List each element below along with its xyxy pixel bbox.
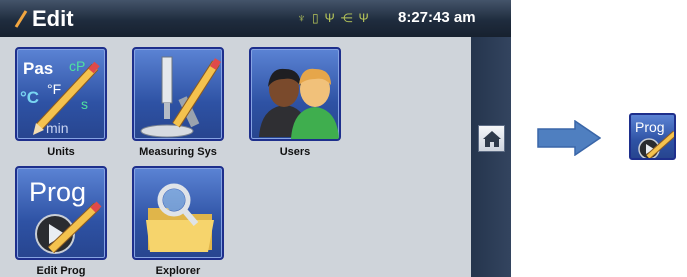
- edit-prog-icon-callout: Prog: [629, 113, 676, 160]
- network-icon: ⋲: [340, 11, 353, 25]
- units-icon-cp: cP: [69, 58, 85, 74]
- usb-icon: Ψ: [324, 11, 335, 25]
- usb-icon: Ψ: [358, 11, 369, 25]
- units-icon-degc: °C: [20, 88, 39, 107]
- units-icon-degf: °F: [47, 81, 61, 97]
- users-icon: [259, 68, 339, 139]
- units-tile[interactable]: Pas cP °C °F s min: [15, 47, 107, 141]
- units-icon-pas: Pas: [23, 59, 53, 78]
- home-button[interactable]: [478, 125, 505, 152]
- measuring-system-icon: [140, 56, 221, 138]
- units-icon: Pas cP °C °F s min: [20, 58, 100, 136]
- edit-prog-icon-text: Prog: [29, 177, 86, 207]
- battery-icon: ▯: [312, 11, 319, 25]
- home-icon: [482, 130, 501, 147]
- probe-icon: ♆: [297, 11, 306, 25]
- callout-icon-text: Prog: [635, 119, 665, 135]
- edit-prog-tile[interactable]: Prog: [15, 166, 107, 260]
- measuring-sys-tile[interactable]: [132, 47, 224, 141]
- right-sidebar: [471, 37, 511, 277]
- users-tile[interactable]: [249, 47, 341, 141]
- explorer-label: Explorer: [155, 265, 201, 277]
- device-screen: Edit ♆ ▯ Ψ ⋲ Ψ 8:27:43 am Pas cP °C °F s…: [0, 0, 511, 277]
- title-area: Edit: [14, 4, 74, 34]
- folder-search-icon: [146, 183, 214, 252]
- title-bar: Edit ♆ ▯ Ψ ⋲ Ψ 8:27:43 am: [0, 0, 511, 37]
- edit-prog-label: Edit Prog: [36, 265, 86, 277]
- right-arrow-icon: [537, 120, 601, 156]
- clock: 8:27:43 am: [398, 9, 476, 26]
- units-icon-s: s: [81, 96, 88, 112]
- edit-prog-small-icon: Prog: [635, 119, 674, 158]
- measuring-sys-label: Measuring Sys: [139, 146, 217, 158]
- status-icons: ♆ ▯ Ψ ⋲ Ψ: [297, 10, 369, 26]
- pencil-icon: [14, 10, 28, 28]
- page-title: Edit: [32, 6, 74, 31]
- users-label: Users: [279, 146, 311, 158]
- explorer-tile[interactable]: [132, 166, 224, 260]
- units-label: Units: [47, 146, 75, 158]
- edit-prog-icon: Prog: [29, 177, 102, 254]
